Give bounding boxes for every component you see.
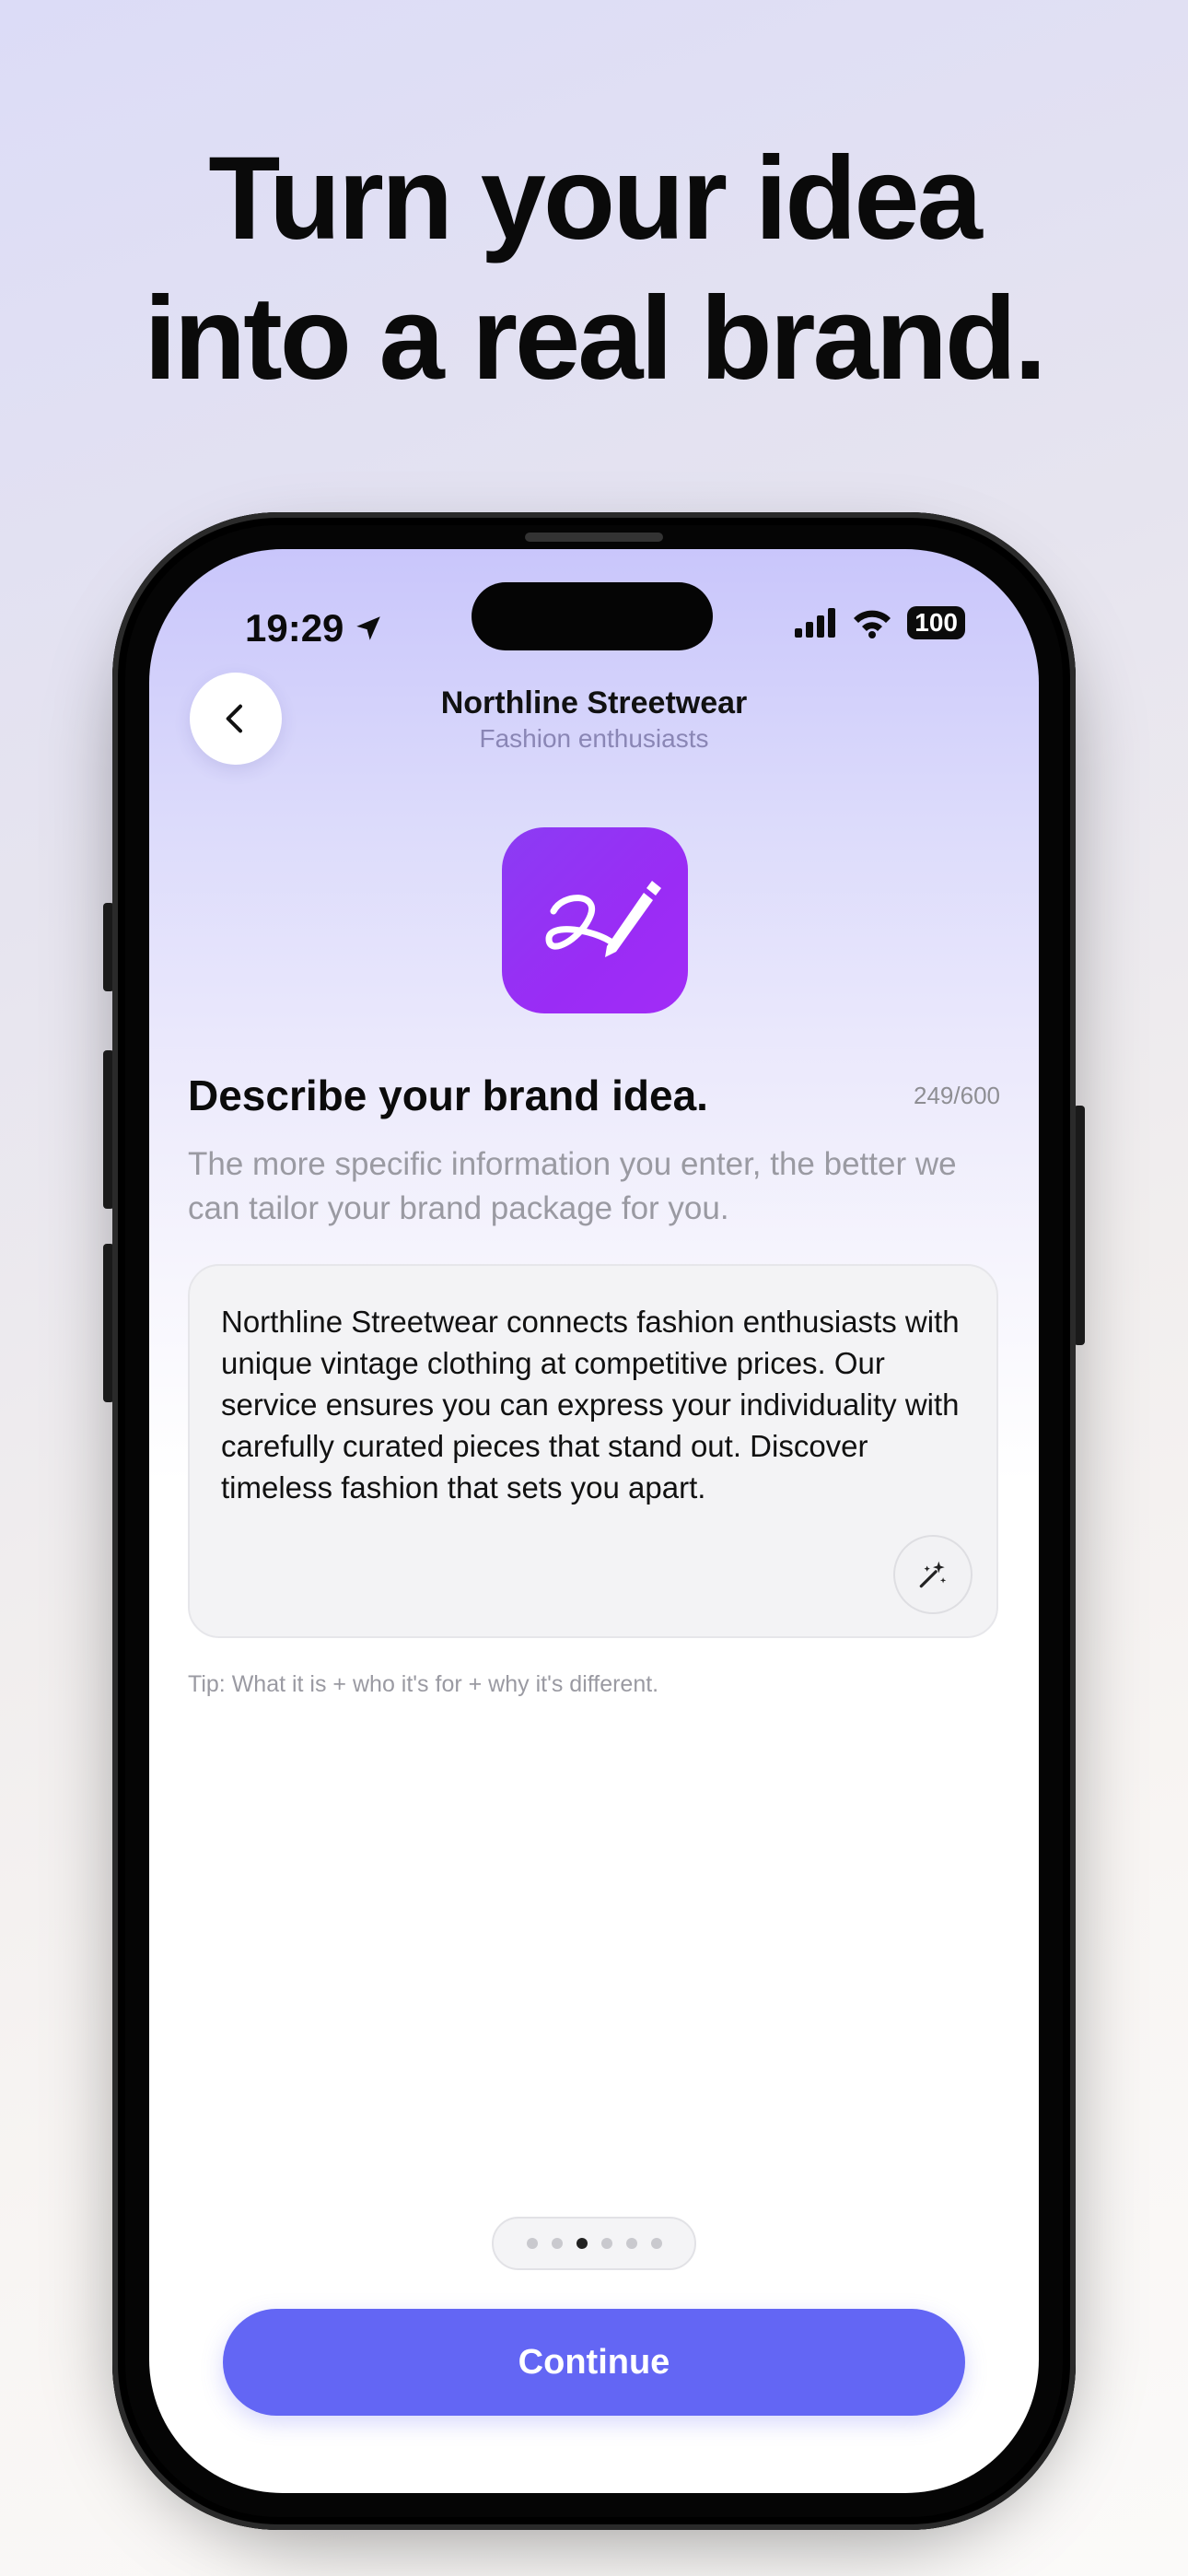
wifi-icon — [854, 610, 891, 638]
form-heading: Describe your brand idea. — [188, 1071, 708, 1119]
location-arrow-icon — [356, 616, 381, 640]
speaker-grille — [525, 533, 663, 542]
brand-idea-text[interactable]: Northline Streetwear connects fashion en… — [221, 1301, 976, 1508]
character-counter: 249/600 — [914, 1082, 1000, 1109]
form-description: The more specific information you enter,… — [188, 1146, 957, 1226]
page-dot — [625, 2238, 637, 2249]
tip-text: Tip: What it is + who it's for + why it'… — [188, 1671, 659, 1697]
dynamic-island — [472, 582, 713, 650]
signature-pencil-icon — [502, 827, 688, 1013]
phone-frame: 19:29 100 Northline Streetwear Fashion e… — [112, 512, 1076, 2530]
magic-wand-icon — [919, 1561, 947, 1588]
brand-title: Northline Streetwear — [440, 685, 748, 720]
page-dot — [551, 2238, 563, 2249]
page-indicator — [492, 2217, 696, 2270]
continue-button[interactable]: Continue — [223, 2309, 965, 2416]
page-dot — [600, 2238, 612, 2249]
brand-idea-textarea[interactable]: Northline Streetwear connects fashion en… — [188, 1264, 998, 1638]
time-label: 19:29 — [245, 606, 344, 650]
page-dot — [650, 2238, 662, 2249]
battery-icon: 100 — [907, 606, 965, 639]
headline-line-1: Turn your idea — [208, 133, 983, 264]
ai-enhance-button[interactable] — [893, 1535, 973, 1614]
status-bar-time: 19:29 — [245, 606, 384, 650]
page-dot — [526, 2238, 538, 2249]
phone-screen: 19:29 100 Northline Streetwear Fashion e… — [149, 549, 1039, 2493]
status-bar-right: 100 — [795, 606, 965, 639]
headline-line-2: into a real brand. — [144, 273, 1046, 404]
signal-icon — [795, 608, 836, 638]
page-dot-active — [576, 2238, 588, 2249]
marketing-headline: Turn your idea into a real brand. — [0, 129, 1188, 409]
brand-subtitle: Fashion enthusiasts — [479, 724, 709, 753]
